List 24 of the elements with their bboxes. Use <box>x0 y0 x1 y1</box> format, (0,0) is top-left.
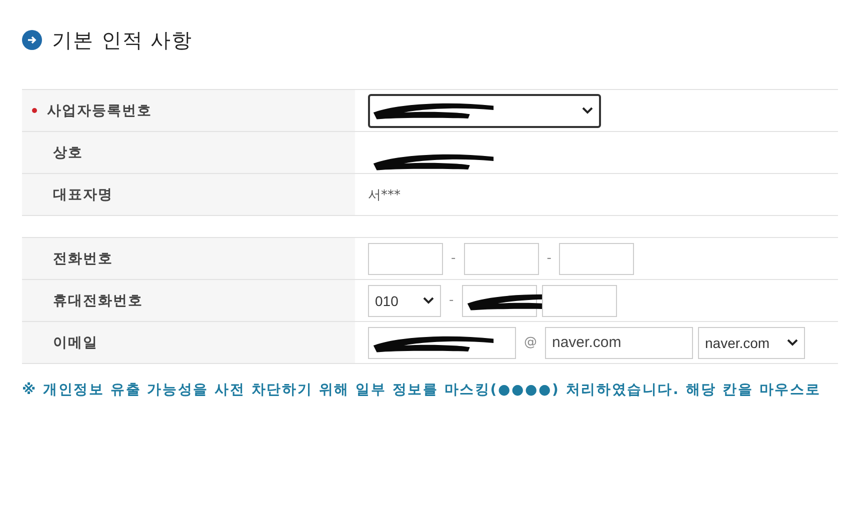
section-title: 기본 인적 사항 <box>52 26 193 54</box>
arrow-circle-icon <box>22 30 42 50</box>
dropdown[interactable]: 010 <box>368 284 441 316</box>
field-label: 이메일 <box>53 334 98 352</box>
input-field[interactable] <box>368 242 443 274</box>
value-text: 서*** <box>368 186 400 204</box>
input-field[interactable]: naver.com <box>545 326 693 358</box>
input-field[interactable] <box>464 242 539 274</box>
dropdown[interactable]: naver.com <box>698 326 805 358</box>
chevron-down-icon <box>582 107 593 114</box>
field-label: 대표자명 <box>53 186 113 204</box>
chevron-down-icon <box>423 297 434 304</box>
notice-text: ※ 개인정보 유출 가능성을 사전 차단하기 위해 일부 정보를 마스킹(●●●●) 처리하였습니다. 해당 칸을 마우스로 <box>22 381 822 399</box>
field-label: 상호 <box>53 144 83 162</box>
separator-text: - <box>448 293 455 308</box>
separator-text: @ <box>523 335 538 350</box>
input-field[interactable] <box>559 242 634 274</box>
separator-text: - <box>450 251 457 266</box>
field-label: 사업자등록번호 <box>47 102 152 120</box>
separator-text: - <box>546 251 552 266</box>
input-field[interactable] <box>542 284 617 316</box>
chevron-down-icon <box>787 339 798 346</box>
field-label: 전화번호 <box>53 250 113 268</box>
field-label: 휴대전화번호 <box>53 292 143 310</box>
